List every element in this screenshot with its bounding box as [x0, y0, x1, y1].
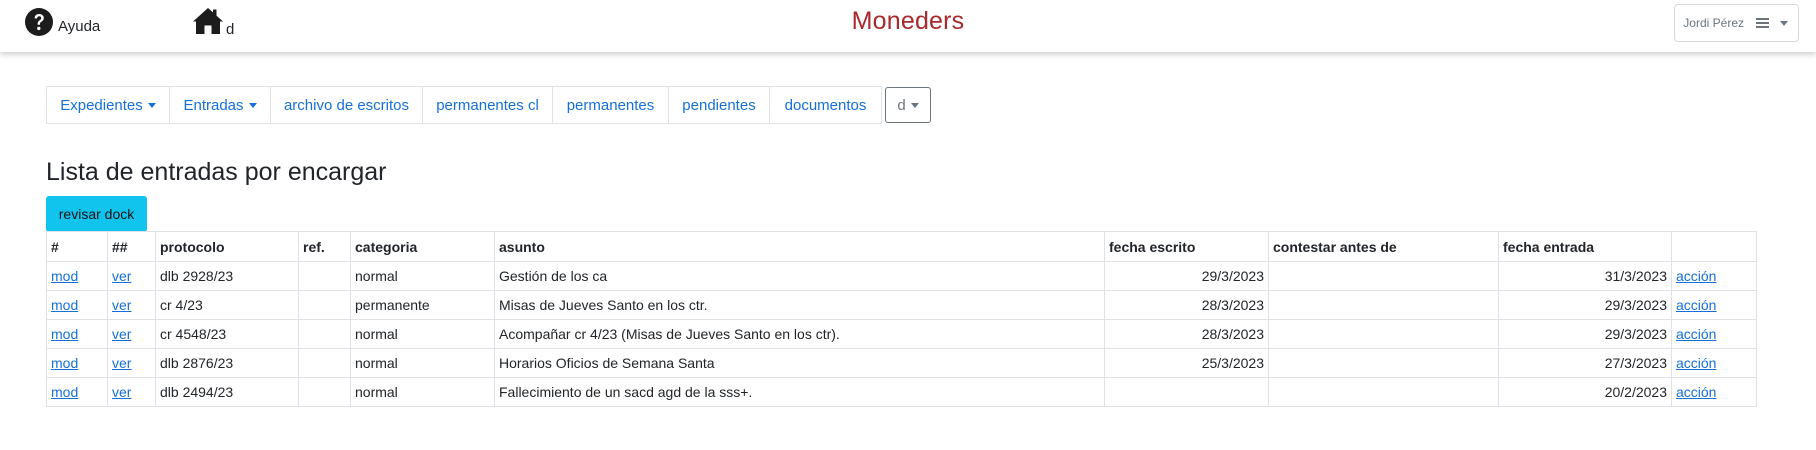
tab-pendientes[interactable]: pendientes	[668, 86, 770, 124]
column-header: #	[46, 231, 108, 262]
section-nav: Expedientes Entradas archivo de escritos…	[46, 86, 931, 124]
contestar-cell	[1268, 290, 1499, 320]
revisar-dock-button[interactable]: revisar dock	[46, 196, 147, 232]
mod-link[interactable]: mod	[51, 355, 78, 371]
fecha-entrada-cell: 31/3/2023	[1498, 261, 1672, 291]
tab-label: permanentes	[566, 96, 655, 114]
contestar-cell	[1268, 319, 1499, 349]
tab-label: documentos	[784, 96, 867, 114]
column-header: asunto	[494, 231, 1105, 262]
protocolo-cell: dlb 2928/23	[155, 261, 299, 291]
asunto-cell: Horarios Oficios de Semana Santa	[494, 348, 1105, 378]
ver-link[interactable]: ver	[112, 384, 131, 400]
column-header: protocolo	[155, 231, 299, 262]
tab-label: pendientes	[682, 96, 756, 114]
categoria-cell: normal	[350, 319, 495, 349]
categoria-cell: permanente	[350, 290, 495, 320]
protocolo-cell: dlb 2494/23	[155, 377, 299, 407]
caret-down-icon	[1780, 20, 1788, 26]
ref-cell	[298, 290, 351, 320]
user-menu-button[interactable]: Jordi Pérez	[1674, 4, 1799, 42]
table-row: mod ver dlb 2876/23 normal Horarios Ofic…	[46, 348, 1757, 378]
accion-link[interactable]: acción	[1676, 355, 1716, 371]
column-header: fecha entrada	[1498, 231, 1672, 262]
contestar-cell	[1268, 261, 1499, 291]
protocolo-cell: dlb 2876/23	[155, 348, 299, 378]
ref-cell	[298, 319, 351, 349]
entries-table: # ## protocolo ref. categoria asunto fec…	[46, 231, 1757, 407]
contestar-cell	[1268, 377, 1499, 407]
fecha-entrada-cell: 20/2/2023	[1498, 377, 1672, 407]
protocolo-cell: cr 4548/23	[155, 319, 299, 349]
asunto-cell: Misas de Jueves Santo en los ctr.	[494, 290, 1105, 320]
ref-cell	[298, 348, 351, 378]
table-header-row: # ## protocolo ref. categoria asunto fec…	[46, 231, 1757, 262]
top-navbar: Ayuda d Moneders Jordi Pérez	[0, 0, 1816, 52]
contestar-cell	[1268, 348, 1499, 378]
fecha-escrito-cell: 28/3/2023	[1104, 290, 1269, 320]
tab-permanentes[interactable]: permanentes	[552, 86, 669, 124]
accion-link[interactable]: acción	[1676, 268, 1716, 284]
asunto-cell: Acompañar cr 4/23 (Misas de Jueves Santo…	[494, 319, 1105, 349]
column-header: contestar antes de	[1268, 231, 1499, 262]
fecha-escrito-cell	[1104, 377, 1269, 407]
tab-label: archivo de escritos	[283, 96, 410, 114]
ref-cell	[298, 377, 351, 407]
fecha-entrada-cell: 29/3/2023	[1498, 290, 1672, 320]
page-title: Lista de entradas por encargar	[46, 158, 387, 186]
column-header: ref.	[298, 231, 351, 262]
table-row: mod ver cr 4548/23 normal Acompañar cr 4…	[46, 319, 1757, 349]
column-header: fecha escrito	[1104, 231, 1269, 262]
mod-link[interactable]: mod	[51, 297, 78, 313]
tab-label: Expedientes	[60, 96, 143, 114]
mod-link[interactable]: mod	[51, 268, 78, 284]
ver-link[interactable]: ver	[112, 326, 131, 342]
categoria-cell: normal	[350, 377, 495, 407]
mod-link[interactable]: mod	[51, 384, 78, 400]
tab-expedientes[interactable]: Expedientes	[46, 86, 170, 124]
table-row: mod ver dlb 2928/23 normal Gestión de lo…	[46, 261, 1757, 291]
tab-permanentes-cl[interactable]: permanentes cl	[422, 86, 553, 124]
tab-label: Entradas	[183, 96, 244, 114]
categoria-cell: normal	[350, 261, 495, 291]
caret-down-icon	[147, 102, 156, 108]
asunto-cell: Fallecimiento de un sacd agd de la sss+.	[494, 377, 1105, 407]
fecha-escrito-cell: 25/3/2023	[1104, 348, 1269, 378]
column-header: ##	[107, 231, 156, 262]
ver-link[interactable]: ver	[112, 355, 131, 371]
protocolo-cell: cr 4/23	[155, 290, 299, 320]
hamburger-icon	[1756, 16, 1769, 30]
tab-d-dropdown[interactable]: d	[885, 87, 931, 123]
app-title: Moneders	[851, 7, 965, 35]
table-row: mod ver cr 4/23 permanente Misas de Juev…	[46, 290, 1757, 320]
asunto-cell: Gestión de los ca	[494, 261, 1105, 291]
tab-archivo-de-escritos[interactable]: archivo de escritos	[270, 86, 423, 124]
tab-documentos[interactable]: documentos	[769, 86, 882, 124]
mod-link[interactable]: mod	[51, 326, 78, 342]
tab-label: permanentes cl	[436, 96, 539, 114]
accion-link[interactable]: acción	[1676, 297, 1716, 313]
ver-link[interactable]: ver	[112, 297, 131, 313]
ver-link[interactable]: ver	[112, 268, 131, 284]
tab-entradas[interactable]: Entradas	[169, 86, 271, 124]
fecha-escrito-cell: 29/3/2023	[1104, 261, 1269, 291]
user-name: Jordi Pérez	[1683, 16, 1744, 30]
accion-link[interactable]: acción	[1676, 326, 1716, 342]
accion-link[interactable]: acción	[1676, 384, 1716, 400]
column-header	[1671, 231, 1757, 262]
fecha-entrada-cell: 29/3/2023	[1498, 319, 1672, 349]
tab-label: d	[897, 96, 906, 114]
fecha-entrada-cell: 27/3/2023	[1498, 348, 1672, 378]
caret-down-icon	[248, 102, 257, 108]
fecha-escrito-cell: 28/3/2023	[1104, 319, 1269, 349]
caret-down-icon	[910, 102, 919, 108]
column-header: categoria	[350, 231, 495, 262]
table-row: mod ver dlb 2494/23 normal Fallecimiento…	[46, 377, 1757, 407]
categoria-cell: normal	[350, 348, 495, 378]
ref-cell	[298, 261, 351, 291]
